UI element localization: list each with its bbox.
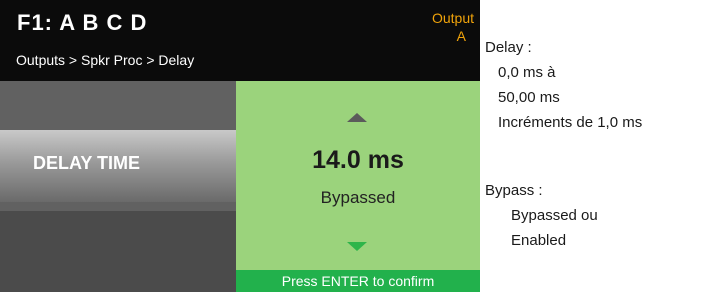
confirm-hint: Press ENTER to confirm: [236, 270, 480, 292]
note-bypass-opt1: Bypassed ou: [511, 207, 598, 224]
note-delay-step: Incréments de 1,0 ms: [498, 114, 643, 131]
parameter-status: Bypassed: [320, 188, 396, 207]
note-delay-title: Delay :: [485, 39, 532, 56]
output-label: Output: [431, 10, 474, 26]
value-editor[interactable]: 14.0 ms Bypassed Press ENTER to confirm: [236, 81, 480, 292]
output-value: A: [456, 28, 466, 44]
parameter-label: DELAY TIME: [33, 153, 141, 173]
header-bar: F1: A B C D Outputs > Spkr Proc > Delay …: [0, 0, 480, 81]
decrease-arrow-icon[interactable]: [347, 242, 367, 251]
increase-arrow-icon[interactable]: [347, 113, 367, 122]
note-delay-max: 50,00 ms: [498, 89, 560, 106]
output-indicator: Output A: [414, 9, 474, 45]
breadcrumb: Outputs > Spkr Proc > Delay: [16, 52, 195, 68]
list-item-empty: [0, 211, 236, 292]
device-screen: F1: A B C D Outputs > Spkr Proc > Delay …: [0, 0, 480, 292]
note-delay-min: 0,0 ms à: [498, 64, 556, 81]
note-bypass-opt2: Enabled: [511, 232, 567, 249]
preset-title: F1: A B C D: [17, 10, 148, 35]
note-bypass-title: Bypass :: [485, 182, 543, 199]
parameter-value: 14.0 ms: [312, 146, 404, 174]
selected-parameter-tab[interactable]: DELAY TIME: [0, 130, 262, 202]
